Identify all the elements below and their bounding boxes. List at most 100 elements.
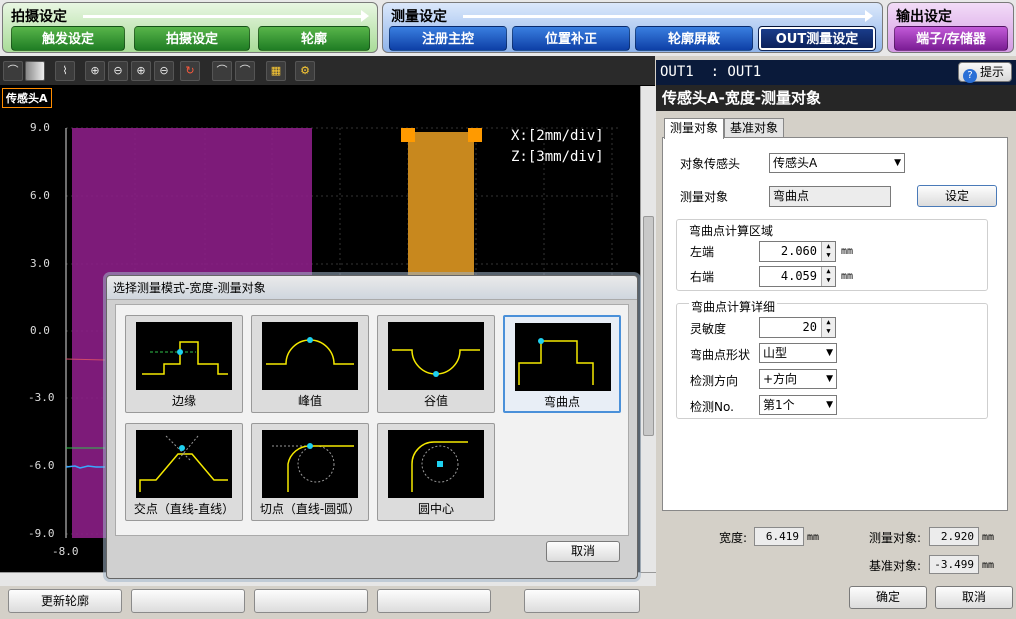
circle-center-icon [388, 430, 484, 498]
overlay-icon[interactable]: ⌒ [235, 61, 255, 81]
mode-option-peak[interactable]: 峰值 [251, 315, 369, 413]
profile-mask-button[interactable]: 轮廓屏蔽 [635, 26, 753, 51]
intersection-icon [136, 430, 232, 498]
sensitivity-input[interactable]: 20 ▲ ▼ [759, 317, 836, 338]
profile-button[interactable]: 轮廓 [258, 26, 370, 51]
zoom-out-icon[interactable]: ⊖ [108, 61, 128, 81]
shape-label: 弯曲点形状 [690, 348, 751, 362]
detail-group-title: 弯曲点计算详细 [689, 298, 778, 315]
mode-option-circle-center[interactable]: 圆中心 [377, 423, 495, 521]
zoom-fit-icon[interactable]: ⊕ [131, 61, 151, 81]
flow-arrow [83, 10, 369, 22]
measure-settings-group: 测量设定 注册主控 位置补正 轮廓屏蔽 OUT测量设定 [382, 2, 883, 53]
width-label: 宽度: [719, 531, 748, 545]
zoom-reset-icon[interactable]: ⊖ [154, 61, 174, 81]
register-master-button[interactable]: 注册主控 [389, 26, 507, 51]
measure-obj-value: 2.920 [929, 527, 979, 546]
y-tick-label: 3.0 [30, 257, 50, 270]
y-tick-label: -3.0 [28, 391, 55, 404]
spin-value: 4.059 [780, 269, 817, 283]
vertical-scrollbar[interactable] [640, 86, 656, 572]
measure-mode-dialog: 选择测量模式-宽度-测量对象 边缘 峰值 谷值 弯曲点 交点（直线-直线） 切点… [106, 275, 638, 579]
export-icon[interactable]: ▦ [266, 61, 286, 81]
sensor-tag: 传感头A [2, 88, 52, 108]
detect-no-select[interactable]: 第1个 ▼ [759, 395, 837, 415]
chart-icon[interactable]: ⌇ [55, 61, 75, 81]
panel-title: 传感头A-宽度-测量对象 [656, 85, 1016, 111]
position-correction-button[interactable]: 位置补正 [512, 26, 630, 51]
trigger-settings-button[interactable]: 触发设定 [11, 26, 125, 51]
y-tick-label: 0.0 [30, 324, 50, 337]
empty-button[interactable] [377, 589, 491, 613]
out-header: OUT1 : OUT1 ? 提示 [656, 60, 1016, 85]
mode-option-tangent[interactable]: 切点（直线-圆弧） [251, 423, 369, 521]
mode-option-valley[interactable]: 谷值 [377, 315, 495, 413]
handle-right [468, 128, 482, 142]
y-tick-label: 6.0 [30, 189, 50, 202]
update-profile-button[interactable]: 更新轮廓 [8, 589, 122, 613]
mode-label: 交点（直线-直线） [133, 502, 235, 516]
spin-value: 2.060 [780, 244, 817, 258]
spinner-arrows-icon[interactable]: ▲ ▼ [821, 267, 835, 286]
empty-button[interactable] [131, 589, 245, 613]
left-end-label: 左端 [690, 245, 715, 259]
unit-label: mm [841, 246, 854, 257]
master-profile-icon[interactable]: ⌒ [212, 61, 232, 81]
base-obj-label: 基准对象: [869, 559, 922, 573]
z-scale-label: Z:[3mm/div] [511, 149, 604, 165]
out-label: OUT1 : OUT1 [660, 64, 762, 80]
image-view-icon[interactable] [25, 61, 45, 81]
help-button[interactable]: ? 提示 [958, 62, 1012, 83]
terminal-storage-button[interactable]: 端子/存储器 [894, 26, 1008, 51]
spinner-arrows-icon[interactable]: ▲ ▼ [821, 318, 835, 337]
refresh-icon[interactable]: ↻ [180, 61, 200, 81]
select-value: 传感头A [773, 156, 818, 170]
select-value: +方向 [763, 372, 798, 386]
dialog-cancel-button[interactable]: 取消 [546, 541, 620, 562]
tangent-icon [262, 430, 358, 498]
tab-measure-target[interactable]: 测量对象 [664, 118, 725, 139]
direction-select[interactable]: +方向 ▼ [759, 369, 837, 389]
set-button[interactable]: 设定 [917, 185, 997, 207]
group-title: 测量设定 [391, 9, 447, 25]
width-value: 6.419 [754, 527, 804, 546]
help-icon: ? [963, 69, 977, 83]
measure-target-field: 弯曲点 [769, 186, 891, 207]
direction-label: 检测方向 [690, 374, 739, 388]
select-value: 第1个 [763, 398, 795, 412]
settings-gear-icon[interactable]: ⚙ [295, 61, 315, 81]
mode-option-bend-point[interactable]: 弯曲点 [503, 315, 621, 413]
area-group-title: 弯曲点计算区域 [689, 224, 774, 238]
ok-button[interactable]: 确定 [849, 586, 927, 609]
target-sensor-label: 对象传感头 [680, 157, 741, 171]
tab-base-target[interactable]: 基准对象 [724, 118, 785, 138]
group-title: 拍摄设定 [11, 9, 67, 25]
graph-toolbar: ⌒ ⌇ ⊕ ⊖ ⊕ ⊖ ↻ ⌒ ⌒ ▦ ⚙ [0, 56, 655, 86]
cancel-button[interactable]: 取消 [935, 586, 1013, 609]
right-end-input[interactable]: 4.059 ▲ ▼ [759, 266, 836, 287]
shoot-settings-group: 拍摄设定 触发设定 拍摄设定 轮廓 [2, 2, 378, 53]
zoom-in-icon[interactable]: ⊕ [85, 61, 105, 81]
shoot-settings-button[interactable]: 拍摄设定 [134, 26, 250, 51]
chevron-down-icon: ▼ [826, 348, 833, 358]
chevron-down-icon: ▼ [826, 374, 833, 384]
unit-label: mm [982, 560, 995, 571]
x-scale-label: X:[2mm/div] [511, 128, 604, 144]
target-sensor-select[interactable]: 传感头A ▼ [769, 153, 905, 173]
spinner-arrows-icon[interactable]: ▲ ▼ [821, 242, 835, 261]
out-measure-settings-button[interactable]: OUT测量设定 [758, 26, 876, 51]
profile-view-icon[interactable]: ⌒ [3, 61, 23, 81]
mode-label: 弯曲点 [543, 395, 580, 409]
detect-no-label: 检测No. [690, 400, 734, 414]
left-end-input[interactable]: 2.060 ▲ ▼ [759, 241, 836, 262]
mode-option-edge[interactable]: 边缘 [125, 315, 243, 413]
empty-button[interactable] [254, 589, 368, 613]
output-settings-group: 输出设定 端子/存储器 [887, 2, 1014, 53]
unit-label: mm [807, 532, 820, 543]
mode-option-intersection[interactable]: 交点（直线-直线） [125, 423, 243, 521]
shape-select[interactable]: 山型 ▼ [759, 343, 837, 363]
scroll-thumb[interactable] [643, 216, 654, 436]
empty-button[interactable] [524, 589, 640, 613]
handle-left [401, 128, 415, 142]
workflow-bar: 拍摄设定 触发设定 拍摄设定 轮廓 测量设定 注册主控 位置补正 轮廓屏蔽 OU… [0, 0, 1016, 56]
